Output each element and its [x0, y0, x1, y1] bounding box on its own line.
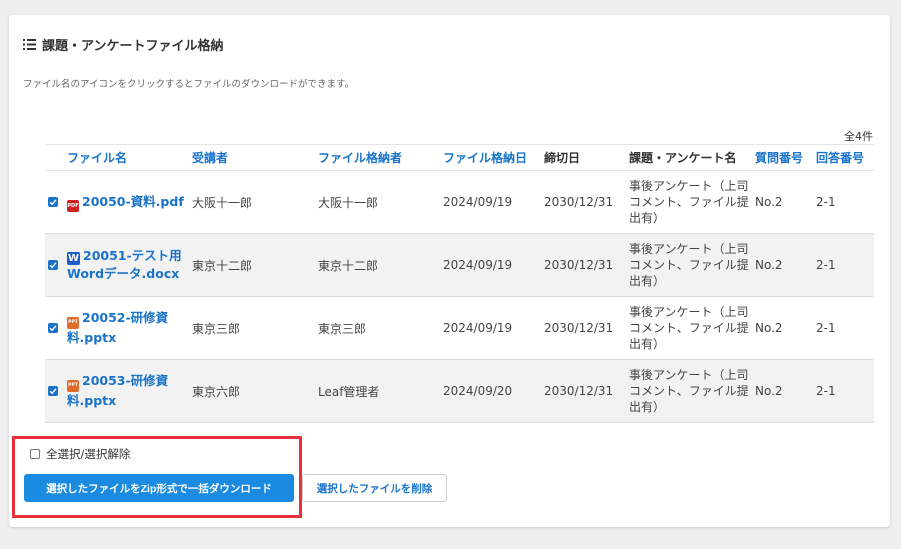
file-link[interactable]: W 20051-テスト用Wordデータ.docx: [67, 247, 192, 283]
answer-no-cell: 2-1: [816, 233, 874, 297]
stored-date-cell: 2024/09/19: [443, 233, 544, 297]
answer-no-cell: 2-1: [816, 296, 874, 360]
file-cell: PPT 20052-研修資料.pptx: [45, 296, 192, 360]
checkmark-icon: [49, 199, 57, 206]
delete-selected-button[interactable]: 選択したファイルを削除: [302, 474, 447, 502]
file-cell: PPT 20053-研修資料.pptx: [45, 359, 192, 423]
select-all-checkbox[interactable]: [30, 449, 40, 459]
owner-cell: 東京十二郎: [318, 233, 443, 297]
table-row: PDF 20050-資料.pdf 大阪十一郎 大阪十一郎 2024/09/19 2030/…: [45, 170, 874, 234]
header-stored-date[interactable]: ファイル格納日: [443, 144, 544, 171]
list-icon: [23, 39, 36, 50]
header-deadline: 締切日: [544, 144, 629, 171]
checkmark-icon: [49, 325, 57, 332]
file-name[interactable]: 20053-研修資料.pptx: [67, 373, 168, 408]
stored-date-cell: 2024/09/19: [443, 170, 544, 234]
bulk-zip-download-button[interactable]: 選択したファイルをZip形式で一括ダウンロード: [24, 474, 294, 502]
select-all-label: 全選択/選択解除: [46, 447, 131, 461]
powerpoint-icon[interactable]: PPT: [67, 317, 79, 329]
deadline-cell: 2030/12/31: [544, 170, 629, 234]
student-cell: 東京三郎: [192, 296, 318, 360]
file-name[interactable]: 20052-研修資料.pptx: [67, 310, 168, 345]
question-no-cell: No.2: [755, 296, 816, 360]
header-question-no[interactable]: 質問番号: [755, 144, 816, 171]
row-checkbox[interactable]: [48, 260, 58, 270]
table-row: PPT 20053-研修資料.pptx 東京六郎 Leaf管理者 2024/09/20 2…: [45, 359, 874, 423]
task-name-cell: 事後アンケート（上司コメント、ファイル提出有）: [629, 359, 755, 423]
row-checkbox[interactable]: [48, 323, 58, 333]
answer-no-cell: 2-1: [816, 359, 874, 423]
checkmark-icon: [49, 262, 57, 269]
header-owner[interactable]: ファイル格納者: [318, 144, 443, 171]
owner-cell: Leaf管理者: [318, 359, 443, 423]
task-name-cell: 事後アンケート（上司コメント、ファイル提出有）: [629, 170, 755, 234]
header-answer-no[interactable]: 回答番号: [816, 144, 874, 171]
checkmark-icon: [49, 388, 57, 395]
row-checkbox[interactable]: [48, 386, 58, 396]
row-checkbox[interactable]: [48, 197, 58, 207]
file-cell: W 20051-テスト用Wordデータ.docx: [45, 233, 192, 297]
deadline-cell: 2030/12/31: [544, 233, 629, 297]
file-name[interactable]: 20050-資料.pdf: [82, 194, 184, 209]
owner-cell: 東京三郎: [318, 296, 443, 360]
student-cell: 東京十二郎: [192, 233, 318, 297]
question-no-cell: No.2: [755, 233, 816, 297]
deadline-cell: 2030/12/31: [544, 296, 629, 360]
select-all-toggle[interactable]: 全選択/選択解除: [30, 446, 130, 462]
stored-date-cell: 2024/09/19: [443, 296, 544, 360]
question-no-cell: No.2: [755, 170, 816, 234]
task-name-cell: 事後アンケート（上司コメント、ファイル提出有）: [629, 233, 755, 297]
header-task-name: 課題・アンケート名: [629, 144, 755, 171]
file-link[interactable]: PPT 20052-研修資料.pptx: [67, 309, 192, 347]
table-row: PPT 20052-研修資料.pptx 東京三郎 東京三郎 2024/09/19 2030…: [45, 296, 874, 360]
section-title: 課題・アンケートファイル格納: [23, 35, 223, 54]
owner-cell: 大阪十一郎: [318, 170, 443, 234]
powerpoint-icon[interactable]: PPT: [67, 380, 79, 392]
student-cell: 東京六郎: [192, 359, 318, 423]
record-count: 全4件: [844, 130, 873, 143]
deadline-cell: 2030/12/31: [544, 359, 629, 423]
student-cell: 大阪十一郎: [192, 170, 318, 234]
file-link[interactable]: PPT 20053-研修資料.pptx: [67, 372, 192, 410]
section-title-text: 課題・アンケートファイル格納: [42, 39, 224, 54]
file-link[interactable]: PDF 20050-資料.pdf: [67, 193, 192, 212]
file-cell: PDF 20050-資料.pdf: [45, 170, 192, 234]
stored-date-cell: 2024/09/20: [443, 359, 544, 423]
file-table: ファイル名 受講者 ファイル格納者 ファイル格納日 締切日 課題・アンケート名 …: [45, 144, 874, 423]
question-no-cell: No.2: [755, 359, 816, 423]
table-row: W 20051-テスト用Wordデータ.docx 東京十二郎 東京十二郎 2024/09…: [45, 233, 874, 297]
task-name-cell: 事後アンケート（上司コメント、ファイル提出有）: [629, 296, 755, 360]
header-file-name[interactable]: ファイル名: [45, 144, 192, 171]
word-icon[interactable]: W: [67, 252, 80, 265]
instruction-text: ファイル名のアイコンをクリックするとファイルのダウンロードができます。: [23, 79, 355, 90]
table-header-row: ファイル名 受講者 ファイル格納者 ファイル格納日 締切日 課題・アンケート名 …: [45, 144, 874, 171]
file-name[interactable]: 20051-テスト用Wordデータ.docx: [67, 248, 182, 281]
pdf-icon[interactable]: PDF: [67, 199, 79, 212]
answer-no-cell: 2-1: [816, 170, 874, 234]
header-student[interactable]: 受講者: [192, 144, 318, 171]
